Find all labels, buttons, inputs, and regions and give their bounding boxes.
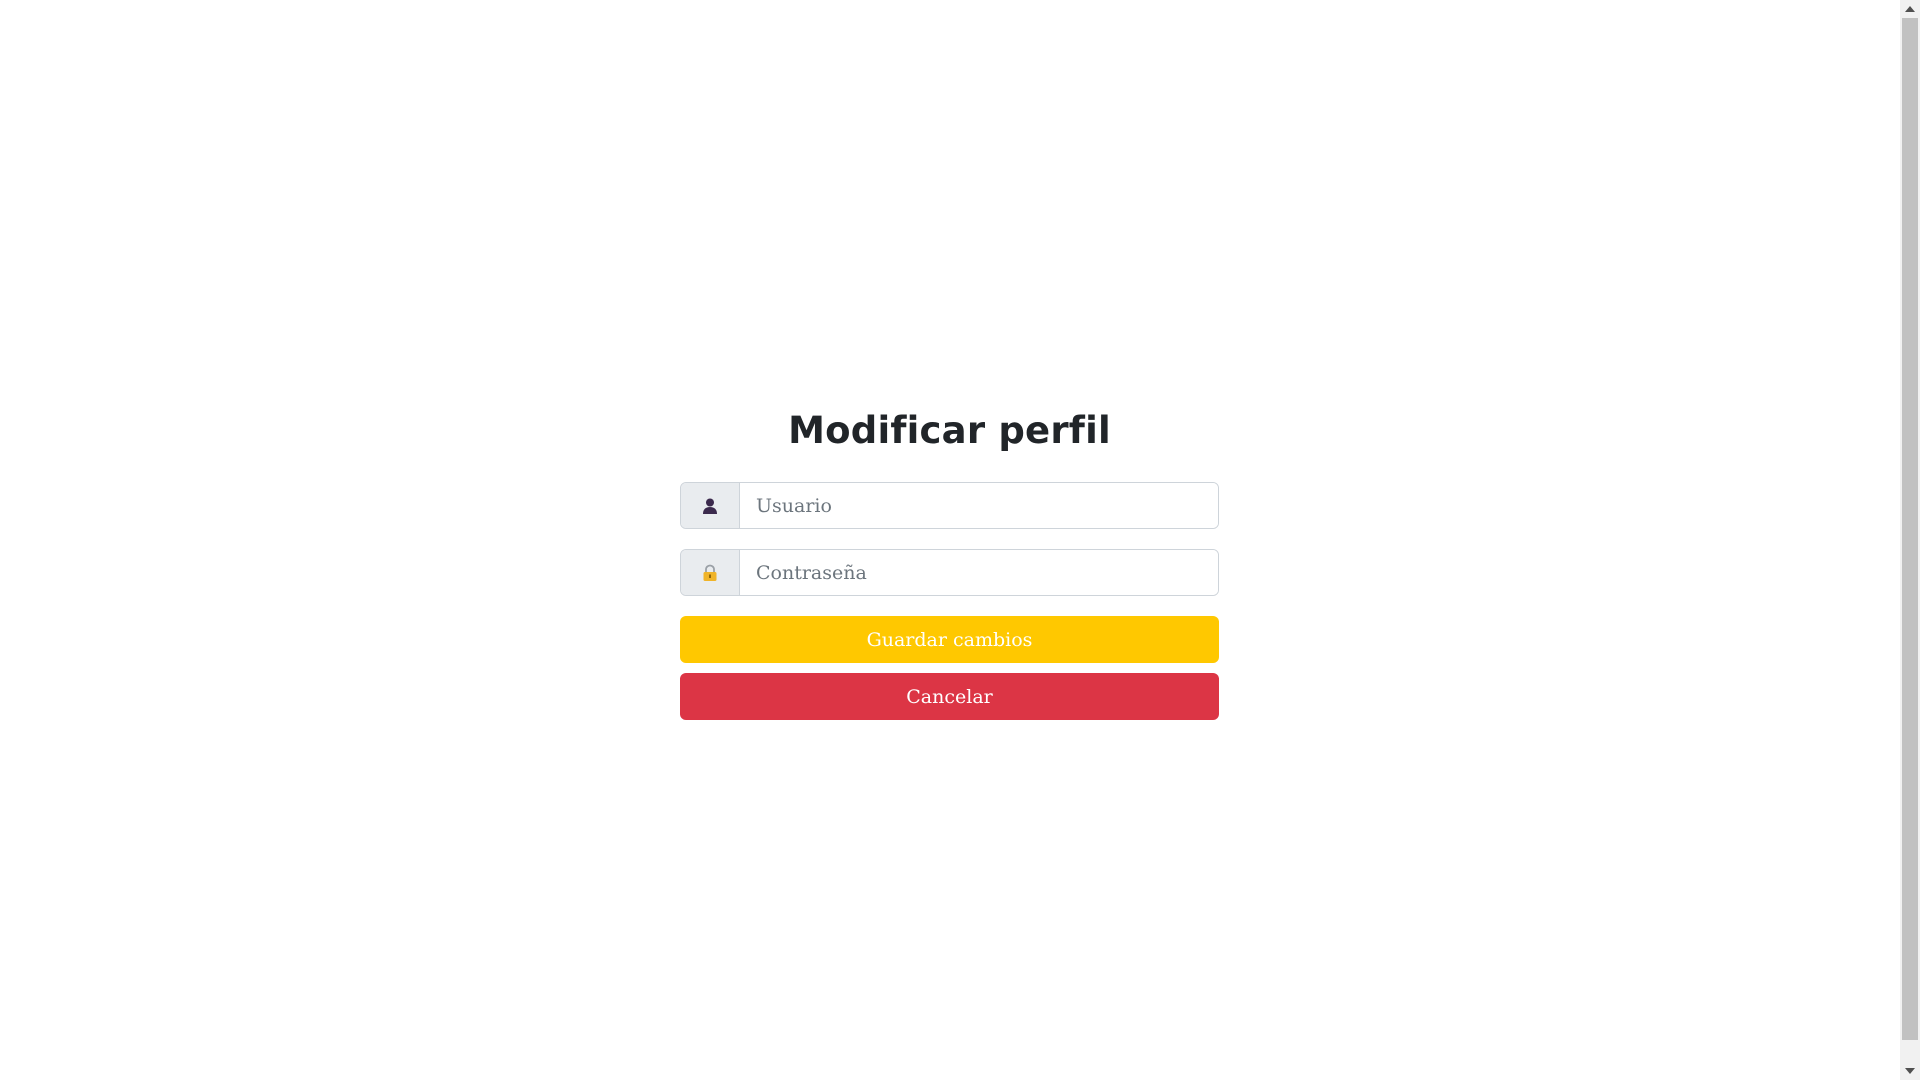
username-input-group [680,482,1219,529]
username-field[interactable] [740,483,1218,528]
page: Modificar perfil Usuario Guardar cambios… [0,0,1920,1080]
username-addon [681,483,740,528]
vertical-scrollbar[interactable] [1900,0,1920,1080]
password-addon [681,550,740,595]
lock-icon [703,564,717,581]
user-icon [703,498,717,514]
password-input-group [680,549,1219,596]
main-content: Modificar perfil Usuario Guardar cambios… [0,0,1900,1080]
password-field[interactable] [740,550,1218,595]
page-title: Modificar perfil [788,409,1111,452]
scroll-down-arrow-icon[interactable] [1900,1062,1920,1080]
scrollbar-thumb[interactable] [1902,18,1918,1040]
scroll-up-arrow-icon[interactable] [1900,0,1920,18]
cancel-button[interactable]: Cancelar [680,673,1219,720]
save-changes-button[interactable]: Guardar cambios [680,616,1219,663]
edit-profile-form: Modificar perfil Usuario Guardar cambios… [680,400,1219,720]
